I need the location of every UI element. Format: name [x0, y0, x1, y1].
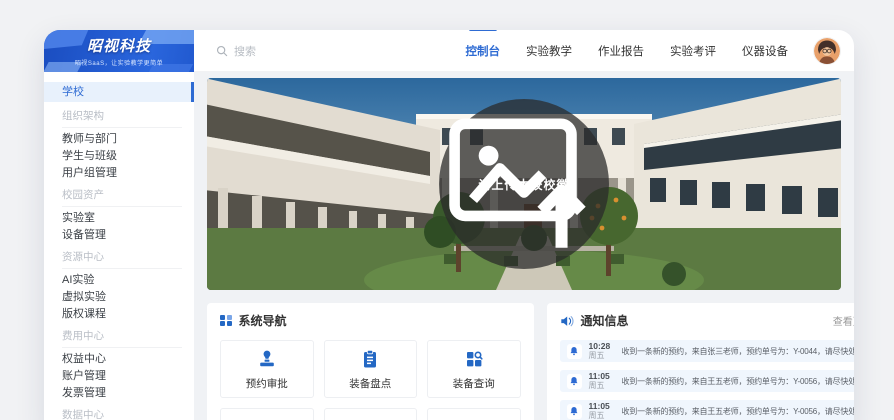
view-more-link[interactable]: 查看更多> — [833, 313, 854, 328]
brand-tagline: 昭视SaaS，让实验教学更简单 — [75, 58, 163, 67]
tab-label: 作业报告 — [598, 46, 644, 58]
sidebar-item-virtual-experiment[interactable]: 虚拟实验 — [44, 289, 194, 305]
body-row: 学校 组织架构 教师与部门 学生与班级 用户组管理 校园资产 实验室 设备管理 … — [44, 72, 854, 420]
upload-school-badge-button[interactable]: 请上传本校校徽 — [439, 99, 609, 269]
tab-label: 实验教学 — [526, 46, 572, 58]
nav-card[interactable] — [220, 408, 314, 420]
tab-label: 实验考评 — [670, 46, 716, 58]
nav-card-label: 装备查询 — [453, 376, 495, 391]
sidebar-item-school[interactable]: 学校 — [44, 82, 194, 102]
bottom-panels: 系统导航 预约审批 — [207, 303, 841, 420]
sidebar-item-user-groups[interactable]: 用户组管理 — [44, 165, 194, 181]
clipboard-icon — [359, 348, 381, 370]
grid-icon — [220, 315, 232, 327]
system-nav-panel: 系统导航 预约审批 — [207, 303, 534, 420]
sidebar-section-campus-assets: 校园资产 — [62, 187, 182, 207]
stamp-icon — [256, 348, 278, 370]
user-avatar[interactable] — [814, 38, 840, 64]
hero-banner: 请上传本校校徽 — [207, 78, 841, 290]
bell-icon — [567, 404, 582, 419]
speaker-icon — [560, 314, 574, 328]
search-placeholder: 搜索 — [234, 43, 256, 59]
sidebar-section-data-center: 数据中心 — [62, 407, 182, 420]
sidebar-item-ai-experiment[interactable]: AI实验 — [44, 272, 194, 288]
sidebar-item-invoice-management[interactable]: 发票管理 — [44, 385, 194, 401]
notifications-panel: 通知信息 查看更多> 10:28 周五 — [547, 303, 855, 420]
sidebar-item-benefits-center[interactable]: 权益中心 — [44, 351, 194, 367]
notice-item[interactable]: 11:05 周五 收到一条新的预约，来自王五老师，预约单号为：Y-0056，请尽… — [560, 400, 855, 420]
desktop-background: 昭视科技 昭视SaaS，让实验教学更简单 搜索 控制台 实验教学 作业报告 实验… — [0, 0, 894, 420]
sidebar-section-resource-center: 资源中心 — [62, 249, 182, 269]
notice-time: 11:05 周五 — [589, 402, 615, 420]
notice-list: 10:28 周五 收到一条新的预约，来自张三老师，预约单号为：Y-0044，请尽… — [560, 340, 855, 420]
search-input[interactable]: 搜索 — [216, 43, 376, 59]
bell-icon — [567, 344, 582, 359]
nav-card-inventory[interactable]: 装备盘点 — [324, 340, 418, 398]
search-icon — [216, 45, 228, 57]
avatar-image — [814, 38, 840, 64]
sidebar-section-organization: 组织架构 — [62, 108, 182, 128]
sidebar-item-students-classes[interactable]: 学生与班级 — [44, 148, 194, 164]
bell-icon — [567, 374, 582, 389]
tab-instruments[interactable]: 仪器设备 — [742, 43, 788, 59]
header-main: 搜索 控制台 实验教学 作业报告 实验考评 仪器设备 — [194, 30, 854, 72]
nav-card-query[interactable]: 装备查询 — [427, 340, 521, 398]
sidebar-item-licensed-courses[interactable]: 版权课程 — [44, 306, 194, 322]
system-nav-header: 系统导航 — [220, 312, 521, 329]
sidebar-item-teachers-departments[interactable]: 教师与部门 — [44, 131, 194, 147]
nav-card-label: 预约审批 — [246, 376, 288, 391]
tab-label: 控制台 — [466, 46, 501, 58]
notice-item[interactable]: 10:28 周五 收到一条新的预约，来自张三老师，预约单号为：Y-0044，请尽… — [560, 340, 855, 362]
notice-text: 收到一条新的预约，来自王五老师，预约单号为：Y-0056，请尽快处理。 — [622, 406, 855, 417]
brand-title: 昭视科技 — [87, 35, 151, 56]
sidebar-item-device-management[interactable]: 设备管理 — [44, 227, 194, 243]
sidebar-item-account-management[interactable]: 账户管理 — [44, 368, 194, 384]
notice-text: 收到一条新的预约，来自张三老师，预约单号为：Y-0044，请尽快处理。 — [622, 346, 855, 357]
tab-label: 仪器设备 — [742, 46, 788, 58]
sidebar-item-laboratory[interactable]: 实验室 — [44, 210, 194, 226]
nav-card-approval[interactable]: 预约审批 — [220, 340, 314, 398]
upload-image-icon — [439, 99, 609, 269]
nav-card[interactable] — [324, 408, 418, 420]
grid-search-icon — [463, 348, 485, 370]
brand-logo[interactable]: 昭视科技 昭视SaaS，让实验教学更简单 — [44, 30, 194, 72]
primary-nav: 控制台 实验教学 作业报告 实验考评 仪器设备 — [466, 43, 789, 59]
panel-title: 系统导航 — [239, 312, 287, 329]
tab-experiment-assessment[interactable]: 实验考评 — [670, 43, 716, 59]
nav-cards-row2 — [220, 408, 521, 420]
top-header: 昭视科技 昭视SaaS，让实验教学更简单 搜索 控制台 实验教学 作业报告 实验… — [44, 30, 854, 72]
notice-item[interactable]: 11:05 周五 收到一条新的预约，来自王五老师，预约单号为：Y-0056，请尽… — [560, 370, 855, 392]
tab-experiment-teaching[interactable]: 实验教学 — [526, 43, 572, 59]
nav-cards-row1: 预约审批 装备盘点 — [220, 340, 521, 398]
notice-text: 收到一条新的预约，来自王五老师，预约单号为：Y-0056，请尽快处理。 — [622, 376, 855, 387]
panel-title: 通知信息 — [581, 312, 629, 329]
logo-decoration — [44, 30, 93, 51]
app-window: 昭视科技 昭视SaaS，让实验教学更简单 搜索 控制台 实验教学 作业报告 实验… — [44, 30, 854, 420]
tab-homework-report[interactable]: 作业报告 — [598, 43, 644, 59]
tab-console[interactable]: 控制台 — [466, 43, 501, 59]
notice-time: 11:05 周五 — [589, 372, 615, 391]
notice-time: 10:28 周五 — [589, 342, 615, 361]
nav-card-label: 装备盘点 — [349, 376, 391, 391]
notifications-header: 通知信息 查看更多> — [560, 312, 855, 329]
sidebar: 学校 组织架构 教师与部门 学生与班级 用户组管理 校园资产 实验室 设备管理 … — [44, 72, 194, 420]
nav-card[interactable] — [427, 408, 521, 420]
main-content: 请上传本校校徽 系统导航 — [194, 72, 854, 420]
sidebar-section-billing-center: 费用中心 — [62, 328, 182, 348]
